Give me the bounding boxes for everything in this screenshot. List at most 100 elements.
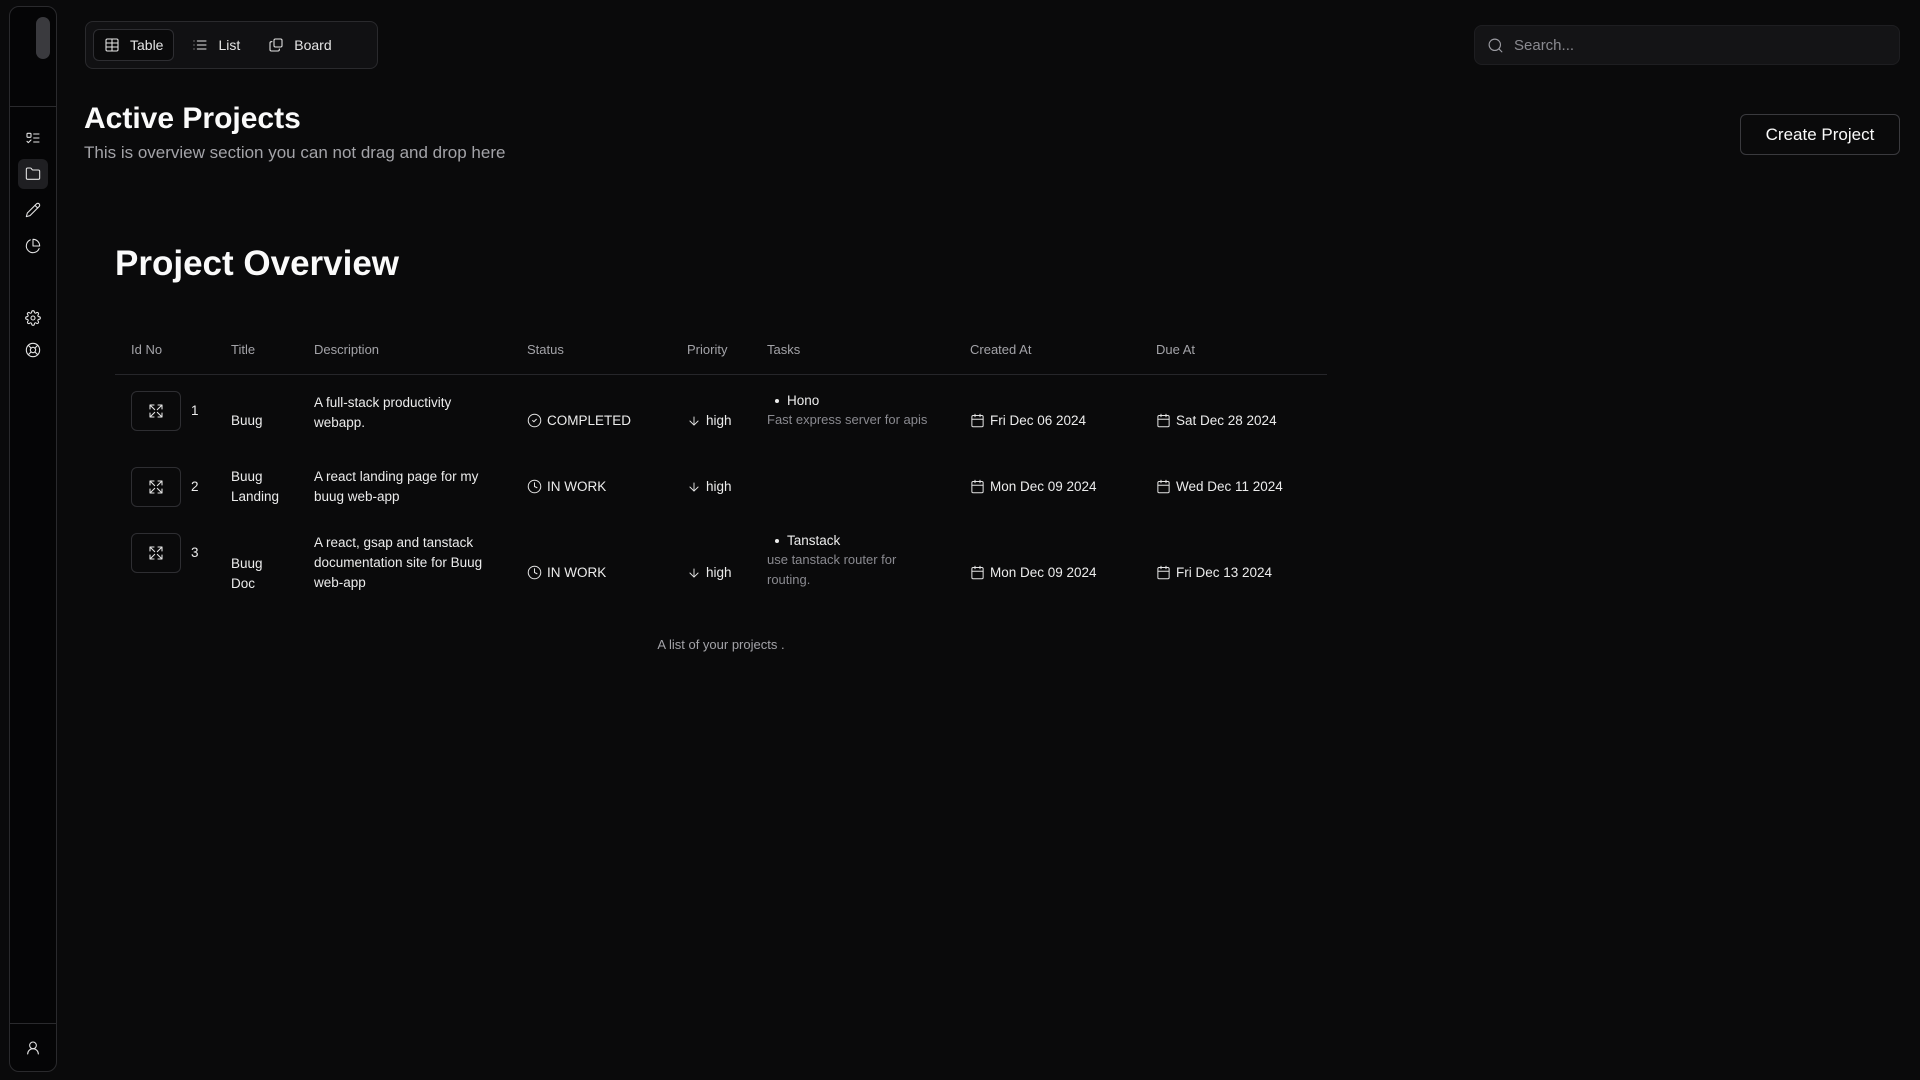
- search-box: [1474, 25, 1900, 65]
- sidebar-item-tasks[interactable]: [18, 123, 48, 153]
- table-row: 1 Buug A full-stack productivity webapp.…: [115, 375, 1327, 450]
- section-title: Project Overview: [115, 244, 400, 283]
- settings-icon: [25, 310, 41, 326]
- sidebar-profile[interactable]: [10, 1023, 56, 1071]
- clock-icon: [527, 565, 542, 580]
- table-caption: A list of your projects .: [657, 637, 785, 652]
- row-due-label: Sat Dec 28 2024: [1176, 413, 1277, 428]
- sidebar-scrollbar[interactable]: [36, 17, 50, 59]
- table-icon: [105, 38, 119, 52]
- col-created: Created At: [970, 342, 1032, 357]
- tab-table[interactable]: Table: [93, 29, 175, 61]
- table-row: 2 Buug Landing A react landing page for …: [115, 450, 1327, 523]
- row-created: Fri Dec 06 2024: [970, 413, 1086, 428]
- tab-board[interactable]: Board: [258, 29, 341, 61]
- sidebar-item-help[interactable]: [18, 335, 48, 365]
- row-status: IN WORK: [527, 565, 606, 580]
- row-created-label: Fri Dec 06 2024: [990, 413, 1087, 428]
- row-tasks: Tanstack use tanstack router for routing…: [767, 533, 917, 590]
- row-created: Mon Dec 09 2024: [970, 565, 1097, 580]
- expand-button[interactable]: [131, 391, 181, 431]
- page-subtitle: This is overview section you can not dra…: [84, 143, 506, 162]
- row-status-label: COMPLETED: [547, 413, 632, 428]
- col-tasks: Tasks: [767, 342, 801, 357]
- folder-icon: [25, 167, 41, 180]
- row-title: Buug: [231, 413, 263, 428]
- row-priority-label: high: [706, 413, 732, 428]
- sidebar-item-edit[interactable]: [18, 195, 48, 225]
- row-priority: high: [687, 413, 732, 428]
- row-priority: high: [687, 479, 732, 494]
- task-desc: use tanstack router for routing.: [767, 552, 897, 587]
- clock-icon: [527, 479, 542, 494]
- sidebar-item-analytics[interactable]: [18, 231, 48, 261]
- row-title: Buug Doc: [231, 556, 263, 591]
- list-todo-icon: [26, 132, 40, 144]
- tab-list[interactable]: List: [182, 29, 250, 61]
- row-due-label: Fri Dec 13 2024: [1176, 565, 1273, 580]
- table-header: Id No Title Description Status Priority …: [115, 330, 1327, 375]
- sidebar-item-settings[interactable]: [18, 303, 48, 333]
- search-input[interactable]: [1514, 36, 1874, 54]
- calendar-icon: [971, 479, 984, 494]
- row-id: 1: [191, 403, 199, 418]
- list-icon: [193, 40, 208, 50]
- tab-board-label: Board: [294, 37, 332, 53]
- row-created-label: Mon Dec 09 2024: [990, 565, 1097, 580]
- arrow-down-icon: [689, 415, 699, 426]
- expand-icon: [149, 404, 163, 418]
- row-priority: high: [687, 565, 732, 580]
- col-status: Status: [527, 342, 564, 357]
- row-due: Wed Dec 11 2024: [1156, 479, 1283, 494]
- create-project-button[interactable]: Create Project: [1740, 114, 1900, 155]
- row-description: A react landing page for my buug web-app: [314, 469, 479, 504]
- row-due-label: Wed Dec 11 2024: [1176, 479, 1283, 494]
- page-title: Active Projects: [84, 102, 301, 135]
- sidebar-item-projects[interactable]: [18, 159, 48, 189]
- arrow-down-icon: [689, 481, 699, 492]
- sidebar-top: [10, 7, 56, 107]
- row-created-label: Mon Dec 09 2024: [990, 479, 1097, 494]
- calendar-icon: [1157, 479, 1170, 494]
- expand-icon: [149, 480, 163, 494]
- row-id: 2: [191, 479, 199, 494]
- row-description: A full-stack productivity webapp.: [314, 395, 452, 430]
- col-id: Id No: [131, 342, 163, 357]
- expand-button[interactable]: [131, 533, 181, 573]
- col-title: Title: [231, 342, 256, 357]
- row-status: IN WORK: [527, 479, 606, 494]
- pie-chart-icon: [25, 238, 41, 254]
- board-icon: [269, 38, 283, 52]
- row-created: Mon Dec 09 2024: [970, 479, 1097, 494]
- row-description: A react, gsap and tanstack documentation…: [314, 535, 483, 590]
- task-desc: Fast express server for apis: [767, 412, 928, 427]
- view-switcher: Table List Board: [85, 21, 378, 69]
- table-row: 3 Buug Doc A react, gsap and tanstack do…: [115, 523, 1327, 618]
- calendar-icon: [1157, 565, 1170, 580]
- row-priority-label: high: [706, 479, 732, 494]
- arrow-down-icon: [689, 567, 699, 578]
- col-description: Description: [314, 342, 380, 357]
- expand-button[interactable]: [131, 467, 181, 507]
- row-status-label: IN WORK: [547, 479, 607, 494]
- task-name: Tanstack: [767, 533, 917, 548]
- col-priority: Priority: [687, 342, 728, 357]
- col-due: Due At: [1156, 342, 1196, 357]
- row-due: Sat Dec 28 2024: [1156, 413, 1277, 428]
- help-circle-icon: [25, 342, 41, 358]
- task-name: Hono: [767, 393, 947, 408]
- pencil-icon: [25, 202, 41, 218]
- tab-table-label: Table: [130, 37, 164, 53]
- row-title: Buug Landing: [231, 469, 280, 504]
- expand-icon: [149, 546, 163, 560]
- row-id: 3: [191, 545, 199, 560]
- projects-table: Id No Title Description Status Priority …: [115, 330, 1327, 618]
- row-tasks: Hono Fast express server for apis: [767, 393, 947, 430]
- calendar-icon: [971, 413, 984, 428]
- row-status: COMPLETED: [527, 413, 631, 428]
- check-circle-icon: [527, 413, 542, 428]
- calendar-icon: [1157, 413, 1170, 428]
- search-icon: [1488, 38, 1503, 52]
- calendar-icon: [971, 565, 984, 580]
- row-status-label: IN WORK: [547, 565, 607, 580]
